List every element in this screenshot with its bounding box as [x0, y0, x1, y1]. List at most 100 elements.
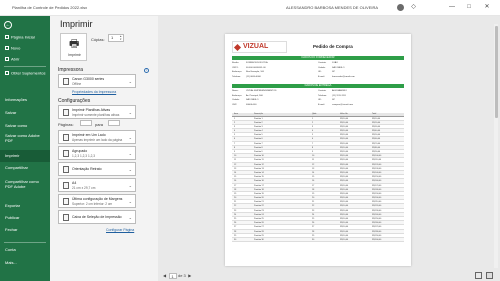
page-count: de 3 [178, 273, 186, 278]
zoom-to-page-icon[interactable] [486, 272, 493, 279]
paper-size-dropdown[interactable]: A4 21 cm x 29,7 cm ⌄ [58, 178, 136, 192]
print-what-dropdown[interactable]: Imprimir Planilhas Ativas Imprimir somen… [58, 105, 136, 119]
sheet-icon [63, 109, 69, 116]
sidebar-item-open[interactable]: Abrir [0, 57, 50, 62]
scrollbar-thumb[interactable] [494, 26, 498, 118]
sidebar-item-save[interactable]: Salvar [0, 110, 50, 116]
sidebar-item-print[interactable]: Imprimir [0, 150, 50, 162]
table-cell: Produto 10 [254, 155, 264, 158]
sidebar-item-publish[interactable]: Publicar [0, 215, 50, 221]
table-cell: Produto 19 [254, 192, 264, 195]
table-cell: R$ 10,00 [340, 167, 349, 170]
orientation-label: Orientação Retrato [72, 167, 102, 171]
table-cell: 7 [234, 142, 236, 145]
sidebar-item-more[interactable]: Mais... [0, 260, 50, 266]
table-cell: R$ 10,00 [340, 226, 349, 229]
spin-arrows-icon[interactable]: ▲ ▼ [120, 35, 122, 41]
copies-stepper[interactable]: 1 ▲ ▼ [108, 34, 124, 42]
page-number-input[interactable]: 1 [168, 272, 177, 279]
sidebar-item-share-pdf[interactable]: Compartilhar como PDF Adobe [0, 179, 40, 189]
diamond-icon[interactable]: ◇ [410, 4, 417, 11]
table-cell: 24 [234, 213, 237, 216]
table-cell: R$ 80,00 [372, 146, 381, 149]
table-cell: Produto 21 [254, 201, 264, 204]
table-cell: 12 [312, 163, 315, 166]
avatar[interactable] [397, 4, 404, 11]
printer-properties-link[interactable]: Propriedades da Impressora [72, 90, 116, 94]
maximize-button[interactable]: □ [463, 2, 475, 13]
table-cell: 17 [234, 184, 237, 187]
sidebar-item-info[interactable]: Informações [0, 97, 50, 103]
delivery-info: Nome: Endereço: Cidade: CEP: VIZUAL EMPREEN… [232, 90, 353, 106]
print-what-sub: Imprimir somente planilhas ativas [72, 113, 120, 117]
scaling-dropdown[interactable]: Caixa de Seleção de Impressão ⌄ [58, 210, 136, 224]
table-cell: 28 [312, 230, 315, 233]
minimize-button[interactable]: — [446, 2, 458, 13]
print-button[interactable]: 🖶 Imprimir [60, 33, 87, 61]
table-cell: 16 [312, 180, 315, 183]
sidebar-item-account[interactable]: Conta [0, 247, 50, 253]
table-cell: 6 [234, 138, 236, 141]
orientation-dropdown[interactable]: Orientação Retrato ⌄ [58, 162, 136, 176]
margins-sub: Superior: 2 cm Inferior: 2 cm [72, 202, 113, 206]
table-cell: Produto 26 [254, 222, 264, 225]
close-button[interactable]: ✕ [481, 2, 493, 13]
vertical-scrollbar[interactable] [494, 24, 498, 268]
table-cell: R$ 10,00 [340, 201, 349, 204]
settings-section-title: Configurações [58, 98, 91, 104]
sidebar-item-new[interactable]: Novo [0, 46, 50, 51]
pages-to-input[interactable] [108, 120, 120, 126]
table-cell: R$ 10,00 [340, 222, 349, 225]
margins-label: Última configuração de Margens [72, 197, 123, 201]
table-cell: 29 [312, 234, 315, 237]
table-cell: R$ 180,00 [372, 188, 382, 191]
table-cell: 4 [234, 130, 236, 133]
table-cell: 9 [234, 151, 236, 153]
next-page-icon[interactable]: ▶ [187, 273, 192, 278]
sidebar-item-close[interactable]: Fechar [0, 227, 50, 233]
printer-name: Canon G3000 series [72, 77, 105, 81]
table-cell: R$ 10,00 [340, 180, 349, 183]
table-cell: Produto 24 [254, 213, 264, 216]
table-cell: R$ 10,00 [340, 121, 349, 124]
chevron-down-icon: ⌄ [128, 110, 132, 115]
table-cell: R$ 10,00 [340, 146, 349, 149]
collate-dropdown[interactable]: Agrupado 1,2,3 1,2,3 1,2,3 ⌄ [58, 146, 136, 160]
table-cell: R$ 260,00 [372, 222, 382, 225]
table-cell: 19 [312, 192, 315, 195]
collate-label: Agrupado [72, 149, 88, 153]
title-bar: Planilha de Controle de Pedidos 2022.xls… [0, 0, 500, 16]
supplier-info: Razão: CNPJ: Endereço: Telefone: FORNECEDOR… [232, 62, 355, 78]
chevron-down-icon: ⌄ [128, 135, 132, 140]
table-cell: 6 [312, 138, 314, 141]
sidebar-item-save-as-pdf[interactable]: Salvar como Adobe PDF [0, 133, 42, 143]
sidebar-item-get-addins[interactable]: Obter Suplementos [0, 71, 46, 76]
backstage-sidebar: ← Página Inicial Novo Abrir Obter Suplem… [0, 16, 50, 281]
sidebar-item-home[interactable]: Página Inicial [0, 35, 50, 40]
sidebar-item-export[interactable]: Exportar [0, 203, 50, 209]
paper-label: A4 [72, 181, 77, 185]
table-cell: R$ 200,00 [372, 197, 382, 200]
table-cell: Produto 23 [254, 209, 264, 212]
table-cell: 7 [312, 142, 314, 145]
show-margins-icon[interactable] [475, 272, 482, 279]
printer-dropdown[interactable]: Canon G3000 series Offline ⌄ [58, 74, 136, 88]
table-cell: Produto 8 [254, 146, 263, 149]
table-cell: R$ 10,00 [340, 205, 349, 208]
table-cell: 24 [312, 213, 315, 216]
user-name[interactable]: ALESSANDRO BARBOSA MENDES DE OLIVEIRA [286, 5, 378, 10]
table-cell: 5 [312, 134, 314, 137]
margins-dropdown[interactable]: Última configuração de Margens Superior:… [58, 194, 136, 208]
table-cell: R$ 190,00 [372, 192, 382, 195]
brand-name: VIZUAL [243, 43, 269, 50]
sides-dropdown[interactable]: Imprimir em Um Lado Apenas imprimir um l… [58, 130, 136, 144]
pages-from-input[interactable] [80, 120, 92, 126]
sidebar-item-share[interactable]: Compartilhar [0, 165, 50, 171]
info-icon[interactable]: i [144, 68, 149, 73]
sidebar-item-save-as[interactable]: Salvar como [0, 123, 50, 129]
page-setup-link[interactable]: Configurar Página [106, 228, 134, 232]
back-arrow-icon[interactable]: ← [4, 21, 12, 29]
prev-page-icon[interactable]: ◀ [162, 273, 167, 278]
table-cell: R$ 10,00 [340, 184, 349, 187]
print-button-label: Imprimir [68, 53, 81, 57]
